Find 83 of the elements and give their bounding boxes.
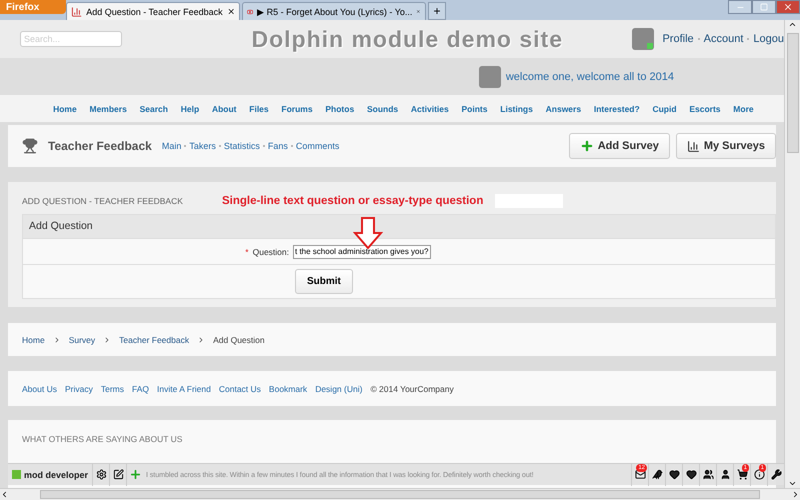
scroll-down-icon[interactable] <box>788 479 797 488</box>
nav-link[interactable]: Escorts <box>682 104 727 114</box>
user-link[interactable]: Logou <box>753 33 784 45</box>
module-link[interactable]: Statistics <box>224 141 260 151</box>
nav-link[interactable]: Listings <box>494 104 540 114</box>
username[interactable]: mod developer <box>24 470 88 480</box>
nav-link[interactable]: Activities <box>404 104 456 114</box>
section-title: WHAT OTHERS ARE SAYING ABOUT US <box>22 434 184 444</box>
breadcrumb-item[interactable]: Survey <box>68 334 96 344</box>
nav-link[interactable]: Photos <box>318 104 361 114</box>
footer-link[interactable]: Design (Uni) <box>315 384 362 394</box>
site-title: Dolphin module demo site <box>250 26 564 52</box>
page-icon <box>71 6 82 18</box>
plus-icon <box>580 139 594 153</box>
nav-link[interactable]: Files <box>242 104 276 114</box>
browser-tab[interactable]: Add Question - Teacher Feedback <box>66 2 240 20</box>
my-surveys-button[interactable]: My Surveys <box>676 133 776 159</box>
firefox-menu-button[interactable]: Firefox <box>0 0 66 14</box>
footer-link[interactable]: Contact Us <box>218 384 261 394</box>
add-survey-button[interactable]: Add Survey <box>568 133 670 159</box>
photo-placeholder <box>478 66 501 88</box>
heart-icon[interactable] <box>665 464 682 486</box>
edit-icon[interactable] <box>109 464 126 486</box>
nav-link[interactable]: Forums <box>275 104 319 114</box>
separator-dot <box>218 145 221 147</box>
scrollbar-thumb[interactable] <box>786 33 798 153</box>
submit-button[interactable]: Submit <box>295 269 353 294</box>
new-tab-button[interactable]: + <box>428 2 446 20</box>
close-icon[interactable] <box>226 7 235 16</box>
footer-link[interactable]: Bookmark <box>268 384 308 394</box>
nav-link[interactable]: Cupid <box>646 104 683 114</box>
module-link[interactable]: Takers <box>189 141 216 151</box>
panel-title: Add Question <box>23 215 775 238</box>
welcome-text: welcome one, welcome all to 2014 <box>506 70 674 82</box>
scroll-up-icon[interactable] <box>788 20 797 29</box>
required-mark: * <box>245 246 249 256</box>
browser-tab[interactable]: ▶ R5 - Forget About You (Lyrics) - Yo... <box>242 2 426 20</box>
annotation-text: Single-line text question or essay-type question <box>222 195 484 207</box>
scroll-left-icon[interactable] <box>0 490 9 499</box>
separator-dot <box>290 145 293 147</box>
group-icon[interactable] <box>699 464 716 486</box>
vertical-scrollbar[interactable] <box>784 20 800 488</box>
nav-link[interactable]: Answers <box>539 104 588 114</box>
scrollbar-thumb[interactable] <box>40 490 760 499</box>
trophy-icon <box>22 138 38 154</box>
separator-dot <box>698 38 700 40</box>
close-window-icon[interactable] <box>776 0 800 14</box>
avatar-icon[interactable] <box>632 28 654 50</box>
footer-link[interactable]: About Us <box>22 384 57 394</box>
heart-icon[interactable] <box>682 464 699 486</box>
nav-link[interactable]: Points <box>455 104 494 114</box>
section-title: ADD QUESTION - TEACHER FEEDBACK <box>22 196 184 206</box>
nav-link[interactable]: Members <box>83 104 134 114</box>
nav-link[interactable]: Home <box>46 104 84 114</box>
nav-link[interactable]: Interested? <box>587 104 646 114</box>
footer-link[interactable]: Terms <box>100 384 124 394</box>
footer-link[interactable]: FAQ <box>132 384 149 394</box>
copyright-text: © 2014 YourCompany <box>370 384 454 394</box>
breadcrumb-item[interactable]: Teacher Feedback <box>119 334 190 344</box>
user-link[interactable]: Account <box>704 33 744 45</box>
breadcrumb-item[interactable]: Add Question <box>213 334 265 344</box>
question-field[interactable]: t the school administration gives you? <box>293 244 431 258</box>
nav-link[interactable]: About <box>206 104 243 114</box>
nav-link[interactable]: Search <box>133 104 174 114</box>
scroll-right-icon[interactable] <box>791 490 800 499</box>
breadcrumb-item[interactable]: Home <box>22 334 45 344</box>
separator-dot <box>262 145 265 147</box>
footer-link[interactable]: Privacy <box>64 384 93 394</box>
nav-link[interactable]: More <box>726 104 760 114</box>
field-label: * Question: <box>244 246 290 256</box>
module-link[interactable]: Comments <box>296 141 340 151</box>
bar-chart-icon <box>686 140 700 152</box>
restore-icon[interactable] <box>752 0 776 14</box>
separator-dot <box>747 38 750 40</box>
user-link[interactable]: Profile <box>662 33 694 45</box>
footer-link[interactable]: Invite A Friend <box>157 384 211 394</box>
nav-link[interactable]: Help <box>174 104 206 114</box>
nav-link[interactable]: Sounds <box>360 104 405 114</box>
module-link[interactable]: Fans <box>268 141 288 151</box>
separator-dot <box>184 145 186 147</box>
module-title: Teacher Feedback <box>48 139 152 153</box>
horizontal-scrollbar[interactable] <box>0 488 800 500</box>
module-link[interactable]: Main <box>162 141 182 151</box>
